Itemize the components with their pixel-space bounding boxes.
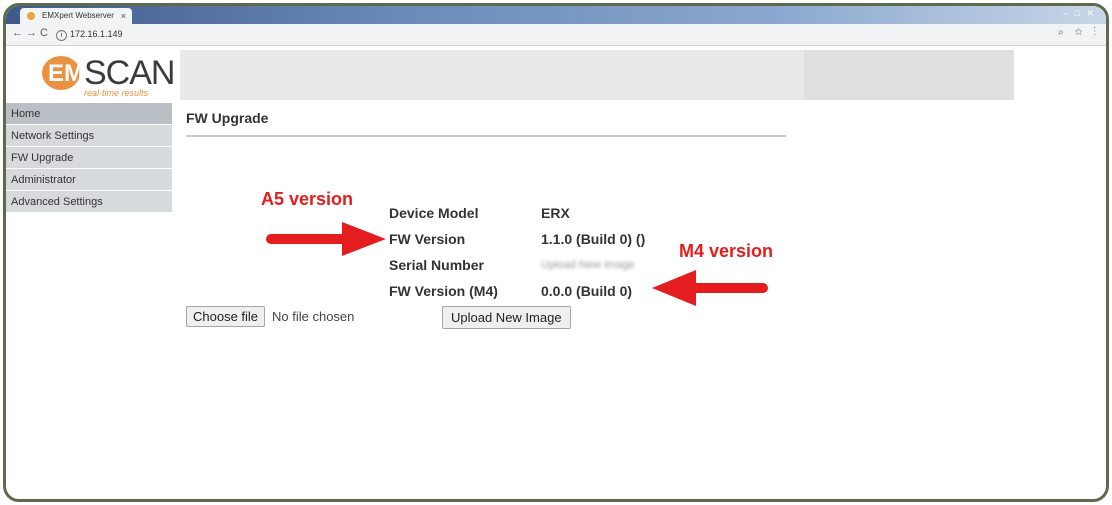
a5-version-annotation: A5 version bbox=[261, 189, 354, 209]
back-icon[interactable]: ← bbox=[12, 27, 23, 39]
logo-em-text: EM bbox=[48, 60, 84, 87]
reload-icon[interactable]: C bbox=[40, 27, 48, 39]
sidebar-item-fw-upgrade[interactable]: FW Upgrade bbox=[6, 147, 172, 169]
url-field[interactable]: i 172.16.1.149 bbox=[56, 27, 123, 41]
page-header: EM SCAN real-time results bbox=[6, 46, 1106, 101]
sidebar-item-network-settings[interactable]: Network Settings bbox=[6, 125, 172, 147]
forward-icon[interactable]: → bbox=[26, 27, 37, 39]
browser-window: EMXpert Webserver × – □ ✕ ← → C i 172.16.… bbox=[3, 3, 1109, 502]
url-text: 172.16.1.149 bbox=[70, 29, 123, 39]
serial-number-label: Serial Number bbox=[389, 257, 484, 273]
page-title: FW Upgrade bbox=[186, 110, 269, 126]
logo-tagline: real-time results bbox=[84, 88, 149, 98]
fw-version-m4-value: 0.0.0 (Build 0) bbox=[541, 283, 633, 299]
address-bar: ← → C i 172.16.1.149 ⌕ ☆ ⋮ bbox=[6, 24, 1106, 46]
sidebar-item-home[interactable]: Home bbox=[6, 103, 172, 125]
fw-version-value: 1.1.0 (Build 0) () bbox=[541, 231, 646, 247]
favicon-icon bbox=[27, 12, 35, 20]
serial-number-value: Upload New Image bbox=[541, 259, 635, 271]
address-bar-icons[interactable]: ⌕ ☆ ⋮ bbox=[1058, 27, 1100, 38]
upload-new-image-button[interactable]: Upload New Image bbox=[442, 306, 571, 329]
a5-arrow-icon bbox=[266, 222, 386, 256]
title-divider bbox=[186, 135, 786, 137]
tab-close-icon[interactable]: × bbox=[121, 8, 126, 24]
window-controls[interactable]: – □ ✕ bbox=[1063, 8, 1096, 19]
device-model-label: Device Model bbox=[389, 205, 479, 221]
choose-file-button[interactable]: Choose file bbox=[186, 306, 266, 327]
tab-title: EMXpert Webserver bbox=[42, 11, 114, 20]
m4-arrow-icon bbox=[652, 270, 768, 306]
emscan-logo: EM SCAN real-time results bbox=[6, 46, 175, 101]
no-file-text: No file chosen bbox=[272, 309, 355, 324]
info-icon[interactable]: i bbox=[56, 30, 67, 41]
browser-tab[interactable]: EMXpert Webserver × bbox=[20, 8, 132, 24]
device-model-value: ERX bbox=[541, 205, 570, 221]
sidebar: Home Network Settings FW Upgrade Adminis… bbox=[6, 103, 172, 213]
sidebar-item-advanced-settings[interactable]: Advanced Settings bbox=[6, 191, 172, 213]
fw-version-m4-label: FW Version (M4) bbox=[389, 283, 498, 299]
m4-version-annotation: M4 version bbox=[679, 241, 774, 261]
sidebar-item-administrator[interactable]: Administrator bbox=[6, 169, 172, 191]
header-banner-right bbox=[804, 50, 1014, 100]
fw-version-label: FW Version bbox=[389, 231, 466, 247]
tab-strip: EMXpert Webserver × – □ ✕ bbox=[6, 6, 1106, 24]
